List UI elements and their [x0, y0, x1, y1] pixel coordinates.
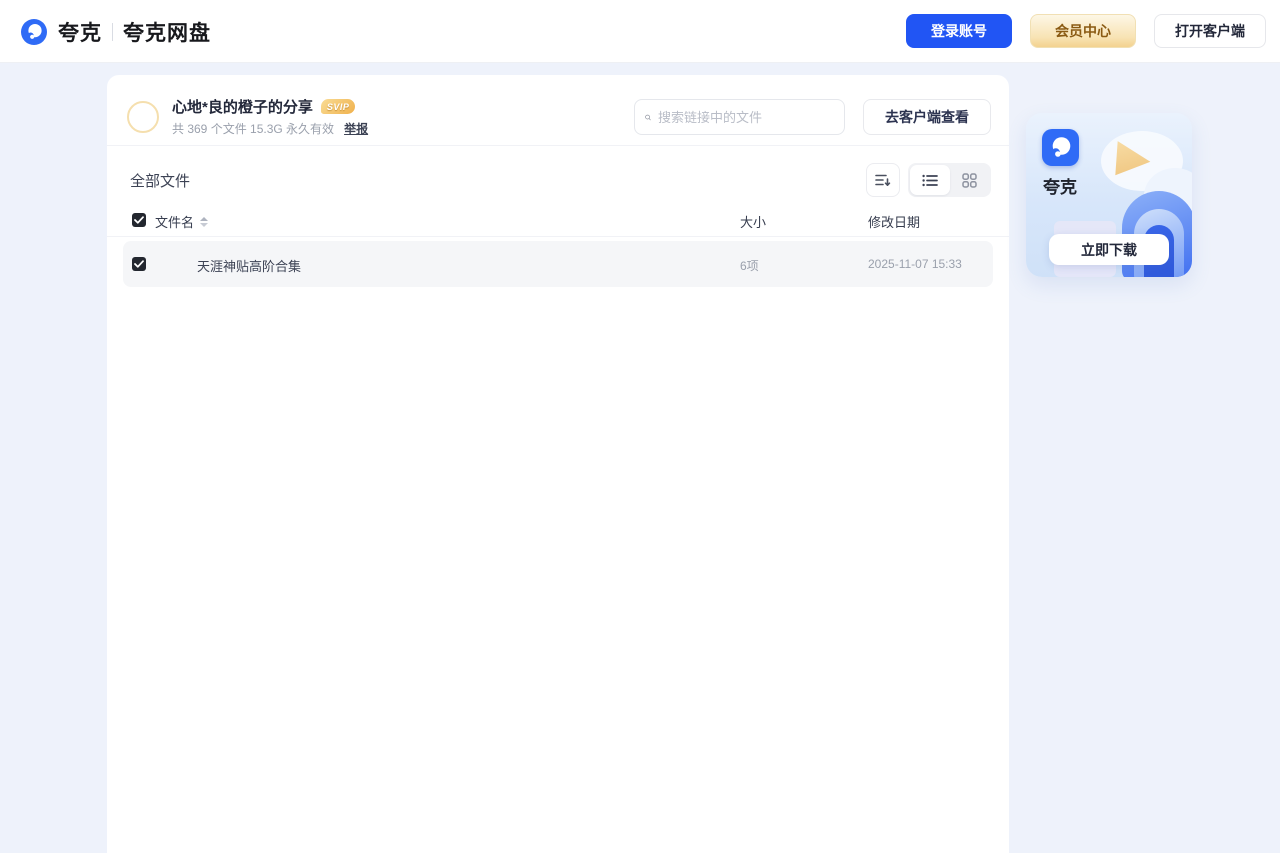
- file-name[interactable]: 天涯神贴高阶合集: [197, 256, 301, 275]
- name-sort-icon[interactable]: [200, 217, 208, 227]
- share-title: 心地*良的橙子的分享: [172, 96, 313, 117]
- select-all-checkbox[interactable]: [132, 213, 146, 227]
- file-row[interactable]: 天涯神贴高阶合集 6项 2025-11-07 15:33: [123, 241, 993, 287]
- open-client-button[interactable]: 打开客户端: [1154, 14, 1266, 48]
- grid-view-icon: [962, 173, 977, 188]
- view-mode-toggle: [908, 163, 991, 197]
- check-icon: [134, 216, 144, 224]
- column-header-name[interactable]: 文件名: [155, 212, 208, 231]
- grid-view-button[interactable]: [950, 165, 990, 195]
- sharer-avatar: [127, 101, 159, 133]
- app-name: 夸克: [1043, 173, 1077, 198]
- vip-center-button[interactable]: 会员中心: [1030, 14, 1136, 48]
- brand-name: 夸克: [58, 17, 102, 47]
- brand[interactable]: 夸克 夸克网盘: [20, 17, 211, 47]
- quark-app-icon: [1042, 129, 1079, 166]
- share-meta: 共 369 个文件 15.3G 永久有效 举报: [172, 120, 368, 137]
- top-header: 夸克 夸克网盘 登录账号 会员中心 打开客户端: [0, 0, 1280, 63]
- check-icon: [134, 260, 144, 268]
- search-icon: [645, 110, 651, 125]
- all-files-title: 全部文件: [130, 170, 190, 191]
- brand-divider: [112, 23, 113, 41]
- search-box[interactable]: [634, 99, 845, 135]
- svip-badge: SVIP: [321, 99, 356, 114]
- list-view-button[interactable]: [910, 165, 950, 195]
- sort-order-icon: [875, 173, 891, 187]
- column-header-size[interactable]: 大小: [740, 212, 766, 231]
- sort-order-button[interactable]: [866, 163, 900, 197]
- share-header: 心地*良的橙子的分享 SVIP 共 369 个文件 15.3G 永久有效 举报 …: [107, 75, 1009, 146]
- download-now-button[interactable]: 立即下载: [1049, 234, 1169, 265]
- login-button[interactable]: 登录账号: [906, 14, 1012, 48]
- file-panel: 心地*良的橙子的分享 SVIP 共 369 个文件 15.3G 永久有效 举报 …: [107, 75, 1009, 853]
- share-page: 夸克 夸克网盘 登录账号 会员中心 打开客户端 心地*良的橙子的分享 SVIP …: [0, 0, 1280, 853]
- view-in-client-button[interactable]: 去客户端查看: [863, 99, 991, 135]
- file-date: 2025-11-07 15:33: [868, 257, 962, 271]
- quark-logo-icon: [20, 18, 48, 46]
- search-input[interactable]: [658, 110, 834, 125]
- report-link[interactable]: 举报: [344, 120, 368, 137]
- header-actions: 登录账号 会员中心 打开客户端: [906, 14, 1280, 48]
- brand-product-name: 夸克网盘: [123, 17, 211, 47]
- column-header-date[interactable]: 修改日期: [868, 212, 920, 231]
- file-size: 6项: [740, 257, 759, 274]
- folder-icon: [159, 250, 187, 278]
- table-header: 文件名 大小 修改日期: [107, 205, 1009, 237]
- share-meta-text: 共 369 个文件 15.3G 永久有效: [172, 120, 334, 137]
- row-checkbox[interactable]: [132, 257, 146, 271]
- list-view-icon: [922, 174, 938, 187]
- app-download-card[interactable]: 夸克 立即下载: [1026, 113, 1192, 277]
